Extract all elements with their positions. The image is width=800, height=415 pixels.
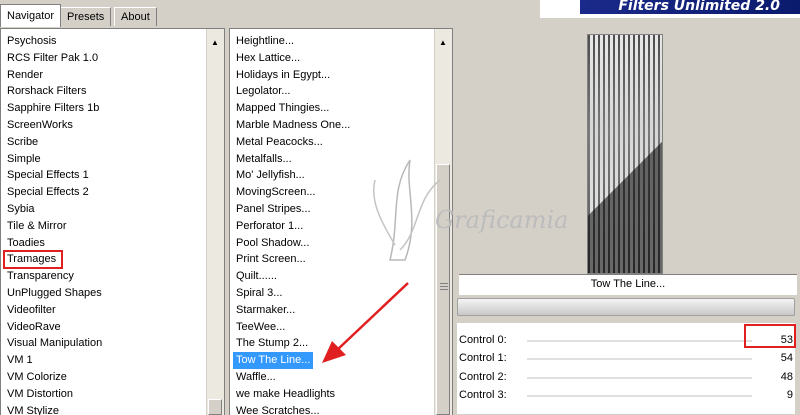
category-item[interactable]: Toadies [1, 235, 224, 252]
control-3-row[interactable]: Control 3: 9 [457, 387, 795, 405]
category-item[interactable]: Tramages [1, 250, 224, 270]
category-item[interactable]: VideoRave [1, 319, 224, 336]
control-1-row[interactable]: Control 1: 54 [457, 350, 795, 368]
control-2-row[interactable]: Control 2: 48 [457, 369, 795, 387]
category-item[interactable]: VM Colorize [1, 369, 224, 386]
category-item[interactable]: Special Effects 2 [1, 184, 224, 201]
category-item[interactable]: Visual Manipulation [1, 335, 224, 352]
filter-item[interactable]: Marble Madness One... [230, 117, 452, 134]
filter-item[interactable]: Metalfalls... [230, 151, 452, 168]
category-item[interactable]: Scribe [1, 134, 224, 151]
control-1-slider[interactable] [527, 358, 752, 360]
category-item[interactable]: Tile & Mirror [1, 218, 224, 235]
tab-about[interactable]: About [114, 7, 157, 26]
control-2-label: Control 2: [459, 371, 507, 383]
scroll-up-arrow-icon[interactable]: ▲ [209, 37, 221, 49]
filter-item[interactable]: Holidays in Egypt... [230, 67, 452, 84]
control-1-value[interactable]: 54 [753, 352, 793, 364]
control-1-label: Control 1: [459, 352, 507, 364]
grip-line [440, 289, 448, 290]
control-0-highlight-box [744, 324, 796, 348]
filter-item[interactable]: MovingScreen... [230, 184, 452, 201]
category-item-highlighted[interactable]: Tramages [2, 250, 64, 270]
category-item[interactable]: VM Stylize [1, 403, 224, 415]
annotation-arrow-icon [322, 282, 409, 363]
category-item[interactable]: Videofilter [1, 302, 224, 319]
category-item[interactable]: ScreenWorks [1, 117, 224, 134]
category-scroll-thumb[interactable] [208, 399, 222, 415]
tab-bar: Navigator Presets About Filters Unlimite… [0, 0, 800, 28]
preview-zoom-bar[interactable] [457, 298, 795, 316]
scroll-up-arrow-icon[interactable]: ▲ [437, 37, 449, 49]
category-item[interactable]: Transparency [1, 268, 224, 285]
tab-presets[interactable]: Presets [60, 7, 112, 26]
preview-panel: Tow The Line... Control 0: 53 Control 1:… [454, 28, 800, 414]
filter-scrollbar[interactable]: ▲ [434, 29, 452, 415]
grip-line [440, 286, 448, 287]
category-list: Psychosis RCS Filter Pak 1.0 Render Rorshac… [1, 29, 224, 415]
preview-filter-name: Tow The Line... [459, 274, 797, 295]
category-item[interactable]: VM 1 [1, 352, 224, 369]
category-item[interactable]: Sybia [1, 201, 224, 218]
brand-banner: Filters Unlimited 2.0 [540, 0, 800, 18]
filter-item[interactable]: Wee Scratches... [230, 403, 452, 415]
control-2-value[interactable]: 48 [753, 371, 793, 383]
control-0-label: Control 0: [459, 334, 507, 346]
category-scrollbar[interactable]: ▲ [206, 29, 224, 415]
filter-item[interactable]: Perforator 1... [230, 218, 452, 235]
category-item[interactable]: Sapphire Filters 1b [1, 100, 224, 117]
filter-item[interactable]: Legolator... [230, 83, 452, 100]
filter-item[interactable]: Hex Lattice... [230, 50, 452, 67]
filter-item[interactable]: Print Screen... [230, 251, 452, 268]
filter-item[interactable]: Pool Shadow... [230, 235, 452, 252]
control-3-label: Control 3: [459, 389, 507, 401]
category-item[interactable]: Psychosis [1, 33, 224, 50]
category-item[interactable]: Special Effects 1 [1, 167, 224, 184]
grip-line [440, 283, 448, 284]
control-0-slider[interactable] [527, 340, 752, 342]
filter-scroll-thumb[interactable] [436, 164, 450, 415]
preview-thumbnail [587, 34, 663, 274]
category-item[interactable]: Render [1, 67, 224, 84]
filter-item[interactable]: Panel Stripes... [230, 201, 452, 218]
filter-item[interactable]: Metal Peacocks... [230, 134, 452, 151]
tab-navigator[interactable]: Navigator [0, 4, 62, 27]
control-3-slider[interactable] [527, 395, 752, 397]
category-item[interactable]: RCS Filter Pak 1.0 [1, 50, 224, 67]
category-list-panel: Psychosis RCS Filter Pak 1.0 Render Rorshac… [0, 28, 225, 415]
filter-item[interactable]: Heightline... [230, 33, 452, 50]
category-item[interactable]: Rorshack Filters [1, 83, 224, 100]
category-item[interactable]: UnPlugged Shapes [1, 285, 224, 302]
filter-item[interactable]: Mo' Jellyfish... [230, 167, 452, 184]
control-3-value[interactable]: 9 [753, 389, 793, 401]
control-2-slider[interactable] [527, 377, 752, 379]
filter-item[interactable]: we make Headlights [230, 386, 452, 403]
filter-item[interactable]: Mapped Thingies... [230, 100, 452, 117]
brand-title: Filters Unlimited 2.0 [618, 0, 780, 14]
category-item[interactable]: Simple [1, 151, 224, 168]
category-item[interactable]: VM Distortion [1, 386, 224, 403]
